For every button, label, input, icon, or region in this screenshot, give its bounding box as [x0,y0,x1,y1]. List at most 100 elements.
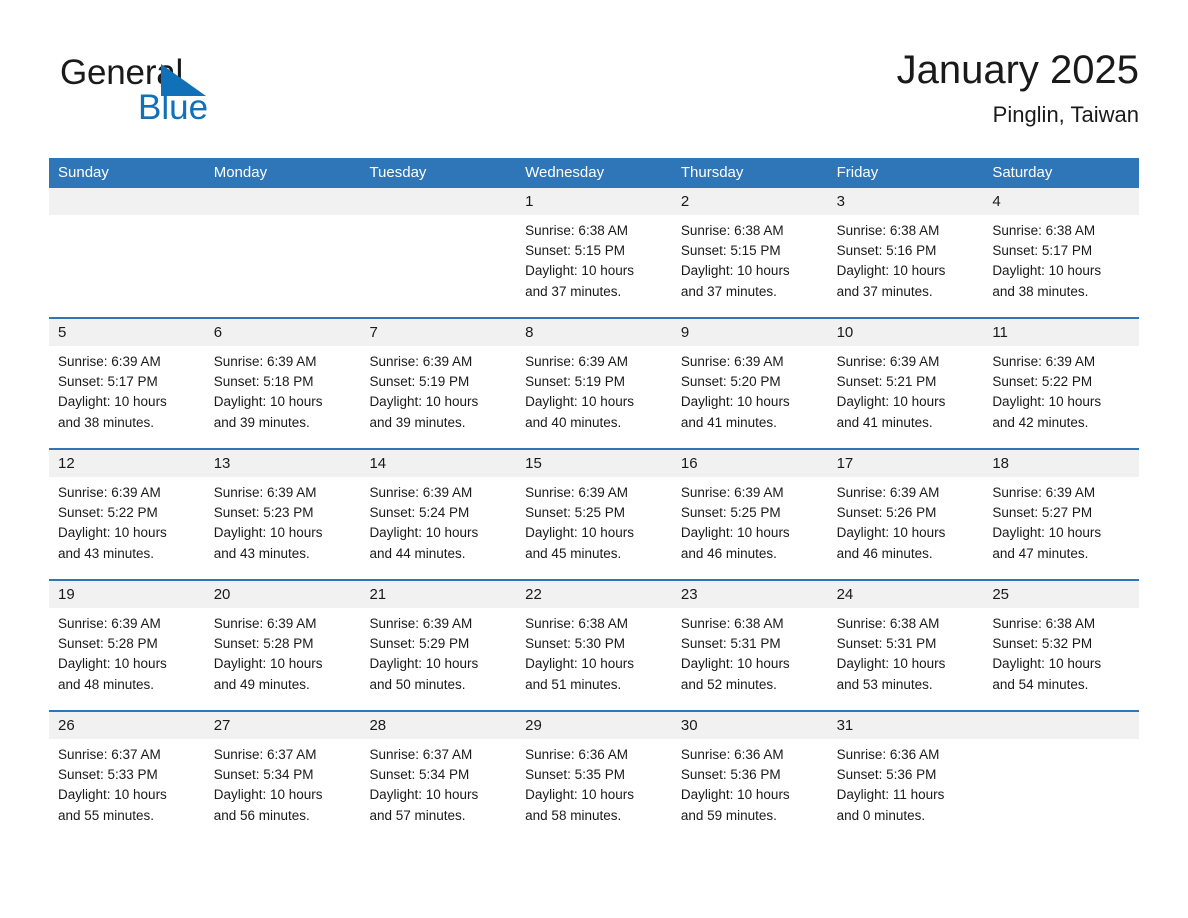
day-detail-row: Sunrise: 6:39 AM Sunset: 5:17 PM Dayligh… [49,346,1139,448]
sunrise-text: Sunrise: 6:39 AM [992,354,1096,369]
logo-text-blue: Blue [138,88,209,127]
day-cell[interactable]: Sunrise: 6:39 AM Sunset: 5:25 PM Dayligh… [672,477,828,579]
day-number: 2 [680,193,690,210]
daylight-text-line1: Daylight: 10 hours [680,787,790,803]
day-cell[interactable]: Sunrise: 6:39 AM Sunset: 5:27 PM Dayligh… [983,477,1139,579]
day-cell[interactable]: Sunrise: 6:37 AM Sunset: 5:33 PM Dayligh… [49,739,205,841]
day-cell[interactable]: Sunrise: 6:37 AM Sunset: 5:34 PM Dayligh… [205,739,361,841]
sunrise-text: Sunrise: 6:39 AM [58,485,161,500]
sunrise-text: Sunrise: 6:37 AM [369,747,473,762]
day-cell[interactable]: Sunrise: 6:38 AM Sunset: 5:32 PM Dayligh… [983,608,1139,710]
daylight-text-line1: Daylight: 10 hours [680,394,790,410]
day-cell[interactable]: Sunrise: 6:38 AM Sunset: 5:31 PM Dayligh… [828,608,984,710]
sunset-text: Sunset: 5:31 PM [836,636,937,652]
sunrise-text: Sunrise: 6:38 AM [525,616,628,631]
daylight-text-line1: Daylight: 10 hours [369,525,479,541]
sunset-text: Sunset: 5:19 PM [525,374,625,390]
daylight-text-line1: Daylight: 10 hours [992,394,1102,410]
sunset-text: Sunset: 5:19 PM [369,374,470,390]
day-number: 28 [369,717,387,734]
sunrise-text: Sunrise: 6:38 AM [680,223,784,238]
weekday-header-tuesday: Tuesday [369,164,427,181]
sunrise-text: Sunrise: 6:39 AM [213,354,317,369]
day-cell[interactable]: Sunrise: 6:39 AM Sunset: 5:23 PM Dayligh… [205,477,361,579]
day-number-row: 5 6 7 8 9 10 11 [49,319,1139,346]
day-cell[interactable]: Sunrise: 6:39 AM Sunset: 5:24 PM Dayligh… [360,477,516,579]
day-cell[interactable]: Sunrise: 6:39 AM Sunset: 5:22 PM Dayligh… [983,346,1139,448]
day-cell[interactable]: Sunrise: 6:36 AM Sunset: 5:36 PM Dayligh… [828,739,984,841]
sunset-text: Sunset: 5:21 PM [836,374,937,390]
sunset-text: Sunset: 5:17 PM [58,374,158,390]
sunrise-text: Sunrise: 6:39 AM [525,485,628,500]
day-number: 9 [680,324,690,341]
day-cell[interactable]: Sunrise: 6:39 AM Sunset: 5:25 PM Dayligh… [516,477,672,579]
day-detail-row: Sunrise: 6:39 AM Sunset: 5:22 PM Dayligh… [49,477,1139,579]
daylight-text-line1: Daylight: 10 hours [369,787,479,803]
sunset-text: Sunset: 5:26 PM [836,505,937,521]
sunrise-text: Sunrise: 6:37 AM [213,747,317,762]
sunset-text: Sunset: 5:27 PM [992,505,1093,521]
day-cell[interactable]: Sunrise: 6:38 AM Sunset: 5:31 PM Dayligh… [672,608,828,710]
sunset-text: Sunset: 5:25 PM [525,505,625,521]
day-number-row: 1 2 3 4 [49,188,1139,215]
day-cell[interactable]: Sunrise: 6:39 AM Sunset: 5:28 PM Dayligh… [205,608,361,710]
day-cell[interactable]: Sunrise: 6:39 AM Sunset: 5:17 PM Dayligh… [49,346,205,448]
daylight-text-line2: and 0 minutes. [836,807,926,823]
day-cell[interactable]: Sunrise: 6:39 AM Sunset: 5:21 PM Dayligh… [828,346,984,448]
day-cell[interactable] [49,215,205,317]
day-cell[interactable] [360,215,516,317]
day-cell[interactable]: Sunrise: 6:39 AM Sunset: 5:29 PM Dayligh… [360,608,516,710]
sunrise-text: Sunrise: 6:38 AM [680,616,784,631]
sunrise-text: Sunrise: 6:36 AM [525,747,628,762]
day-cell[interactable]: Sunrise: 6:38 AM Sunset: 5:15 PM Dayligh… [516,215,672,317]
day-cell[interactable]: Sunrise: 6:39 AM Sunset: 5:20 PM Dayligh… [672,346,828,448]
day-cell[interactable] [983,739,1139,841]
day-detail-row: Sunrise: 6:39 AM Sunset: 5:28 PM Dayligh… [49,608,1139,710]
calendar-week-row: 5 6 7 8 9 10 11 Sunrise: 6:39 AM Sunset:… [49,317,1139,448]
sunrise-text: Sunrise: 6:39 AM [992,485,1096,500]
day-cell[interactable]: Sunrise: 6:39 AM Sunset: 5:19 PM Dayligh… [516,346,672,448]
day-cell[interactable]: Sunrise: 6:38 AM Sunset: 5:15 PM Dayligh… [672,215,828,317]
generalblue-logo[interactable]: General Blue [60,53,260,139]
day-number: 8 [525,324,534,341]
daylight-text-line1: Daylight: 10 hours [680,263,790,279]
day-cell[interactable]: Sunrise: 6:36 AM Sunset: 5:35 PM Dayligh… [516,739,672,841]
sunset-text: Sunset: 5:30 PM [525,636,625,652]
sunset-text: Sunset: 5:32 PM [992,636,1093,652]
day-number: 21 [369,586,387,603]
sunset-text: Sunset: 5:36 PM [680,767,781,783]
calendar-week-row: 19 20 21 22 23 24 25 Sunrise: 6:39 AM Su… [49,579,1139,710]
sunrise-text: Sunrise: 6:38 AM [836,223,940,238]
day-number: 5 [58,324,67,341]
day-cell[interactable]: Sunrise: 6:37 AM Sunset: 5:34 PM Dayligh… [360,739,516,841]
day-number: 6 [213,324,223,341]
day-cell[interactable]: Sunrise: 6:38 AM Sunset: 5:17 PM Dayligh… [983,215,1139,317]
day-cell[interactable] [205,215,361,317]
day-cell[interactable]: Sunrise: 6:38 AM Sunset: 5:30 PM Dayligh… [516,608,672,710]
daylight-text-line1: Daylight: 10 hours [58,394,167,410]
day-number: 20 [213,586,231,603]
daylight-text-line2: and 47 minutes. [992,545,1089,561]
daylight-text-line2: and 56 minutes. [213,807,310,823]
sunset-text: Sunset: 5:17 PM [992,243,1093,259]
day-cell[interactable]: Sunrise: 6:36 AM Sunset: 5:36 PM Dayligh… [672,739,828,841]
day-cell[interactable]: Sunrise: 6:39 AM Sunset: 5:26 PM Dayligh… [828,477,984,579]
daylight-text-line2: and 45 minutes. [525,545,622,561]
day-cell[interactable]: Sunrise: 6:39 AM Sunset: 5:18 PM Dayligh… [205,346,361,448]
day-number: 26 [58,717,75,734]
sunset-text: Sunset: 5:22 PM [992,374,1093,390]
sunset-text: Sunset: 5:23 PM [213,505,314,521]
day-detail-row: Sunrise: 6:37 AM Sunset: 5:33 PM Dayligh… [49,739,1139,841]
day-cell[interactable]: Sunrise: 6:39 AM Sunset: 5:19 PM Dayligh… [360,346,516,448]
sunrise-text: Sunrise: 6:39 AM [58,354,161,369]
weekday-header-monday: Monday [213,164,268,181]
sunset-text: Sunset: 5:15 PM [680,243,781,259]
daylight-text-line1: Daylight: 10 hours [369,656,479,672]
day-number: 15 [525,455,542,472]
daylight-text-line2: and 42 minutes. [992,414,1089,430]
daylight-text-line1: Daylight: 10 hours [992,263,1102,279]
day-cell[interactable]: Sunrise: 6:39 AM Sunset: 5:28 PM Dayligh… [49,608,205,710]
day-cell[interactable]: Sunrise: 6:39 AM Sunset: 5:22 PM Dayligh… [49,477,205,579]
day-cell[interactable]: Sunrise: 6:38 AM Sunset: 5:16 PM Dayligh… [828,215,984,317]
daylight-text-line2: and 46 minutes. [680,545,777,561]
